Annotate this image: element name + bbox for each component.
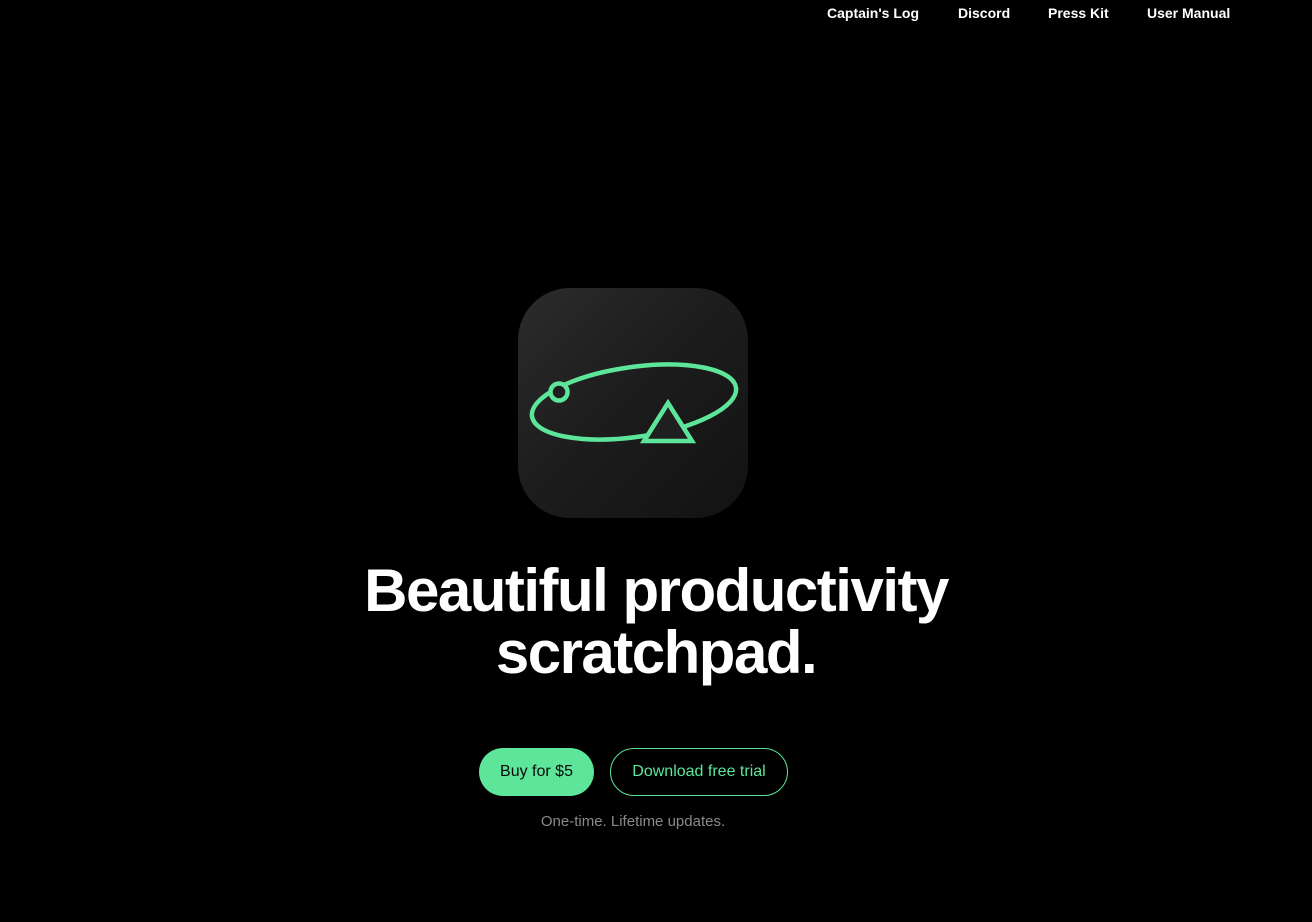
- buy-button[interactable]: Buy for $5: [479, 748, 594, 796]
- pricing-note: One-time. Lifetime updates.: [540, 813, 726, 830]
- nav-link-user-manual[interactable]: User Manual: [1147, 4, 1230, 22]
- download-trial-button[interactable]: Download free trial: [610, 748, 788, 796]
- nav-link-discord[interactable]: Discord: [958, 4, 1010, 22]
- nav-link-press-kit[interactable]: Press Kit: [1048, 4, 1109, 22]
- app-icon: [518, 288, 748, 518]
- page: Captain's Log Discord Press Kit User Man…: [0, 0, 1312, 922]
- headline-line-2: scratchpad.: [495, 619, 818, 686]
- nav-link-captains-log[interactable]: Captain's Log: [827, 4, 919, 22]
- orbit-triangle-icon: [529, 362, 739, 444]
- top-nav: Captain's Log Discord Press Kit User Man…: [0, 4, 1312, 22]
- hero-headline: Beautiful productivity scratchpad.: [0, 560, 1312, 684]
- headline-line-1: Beautiful productivity: [364, 557, 949, 624]
